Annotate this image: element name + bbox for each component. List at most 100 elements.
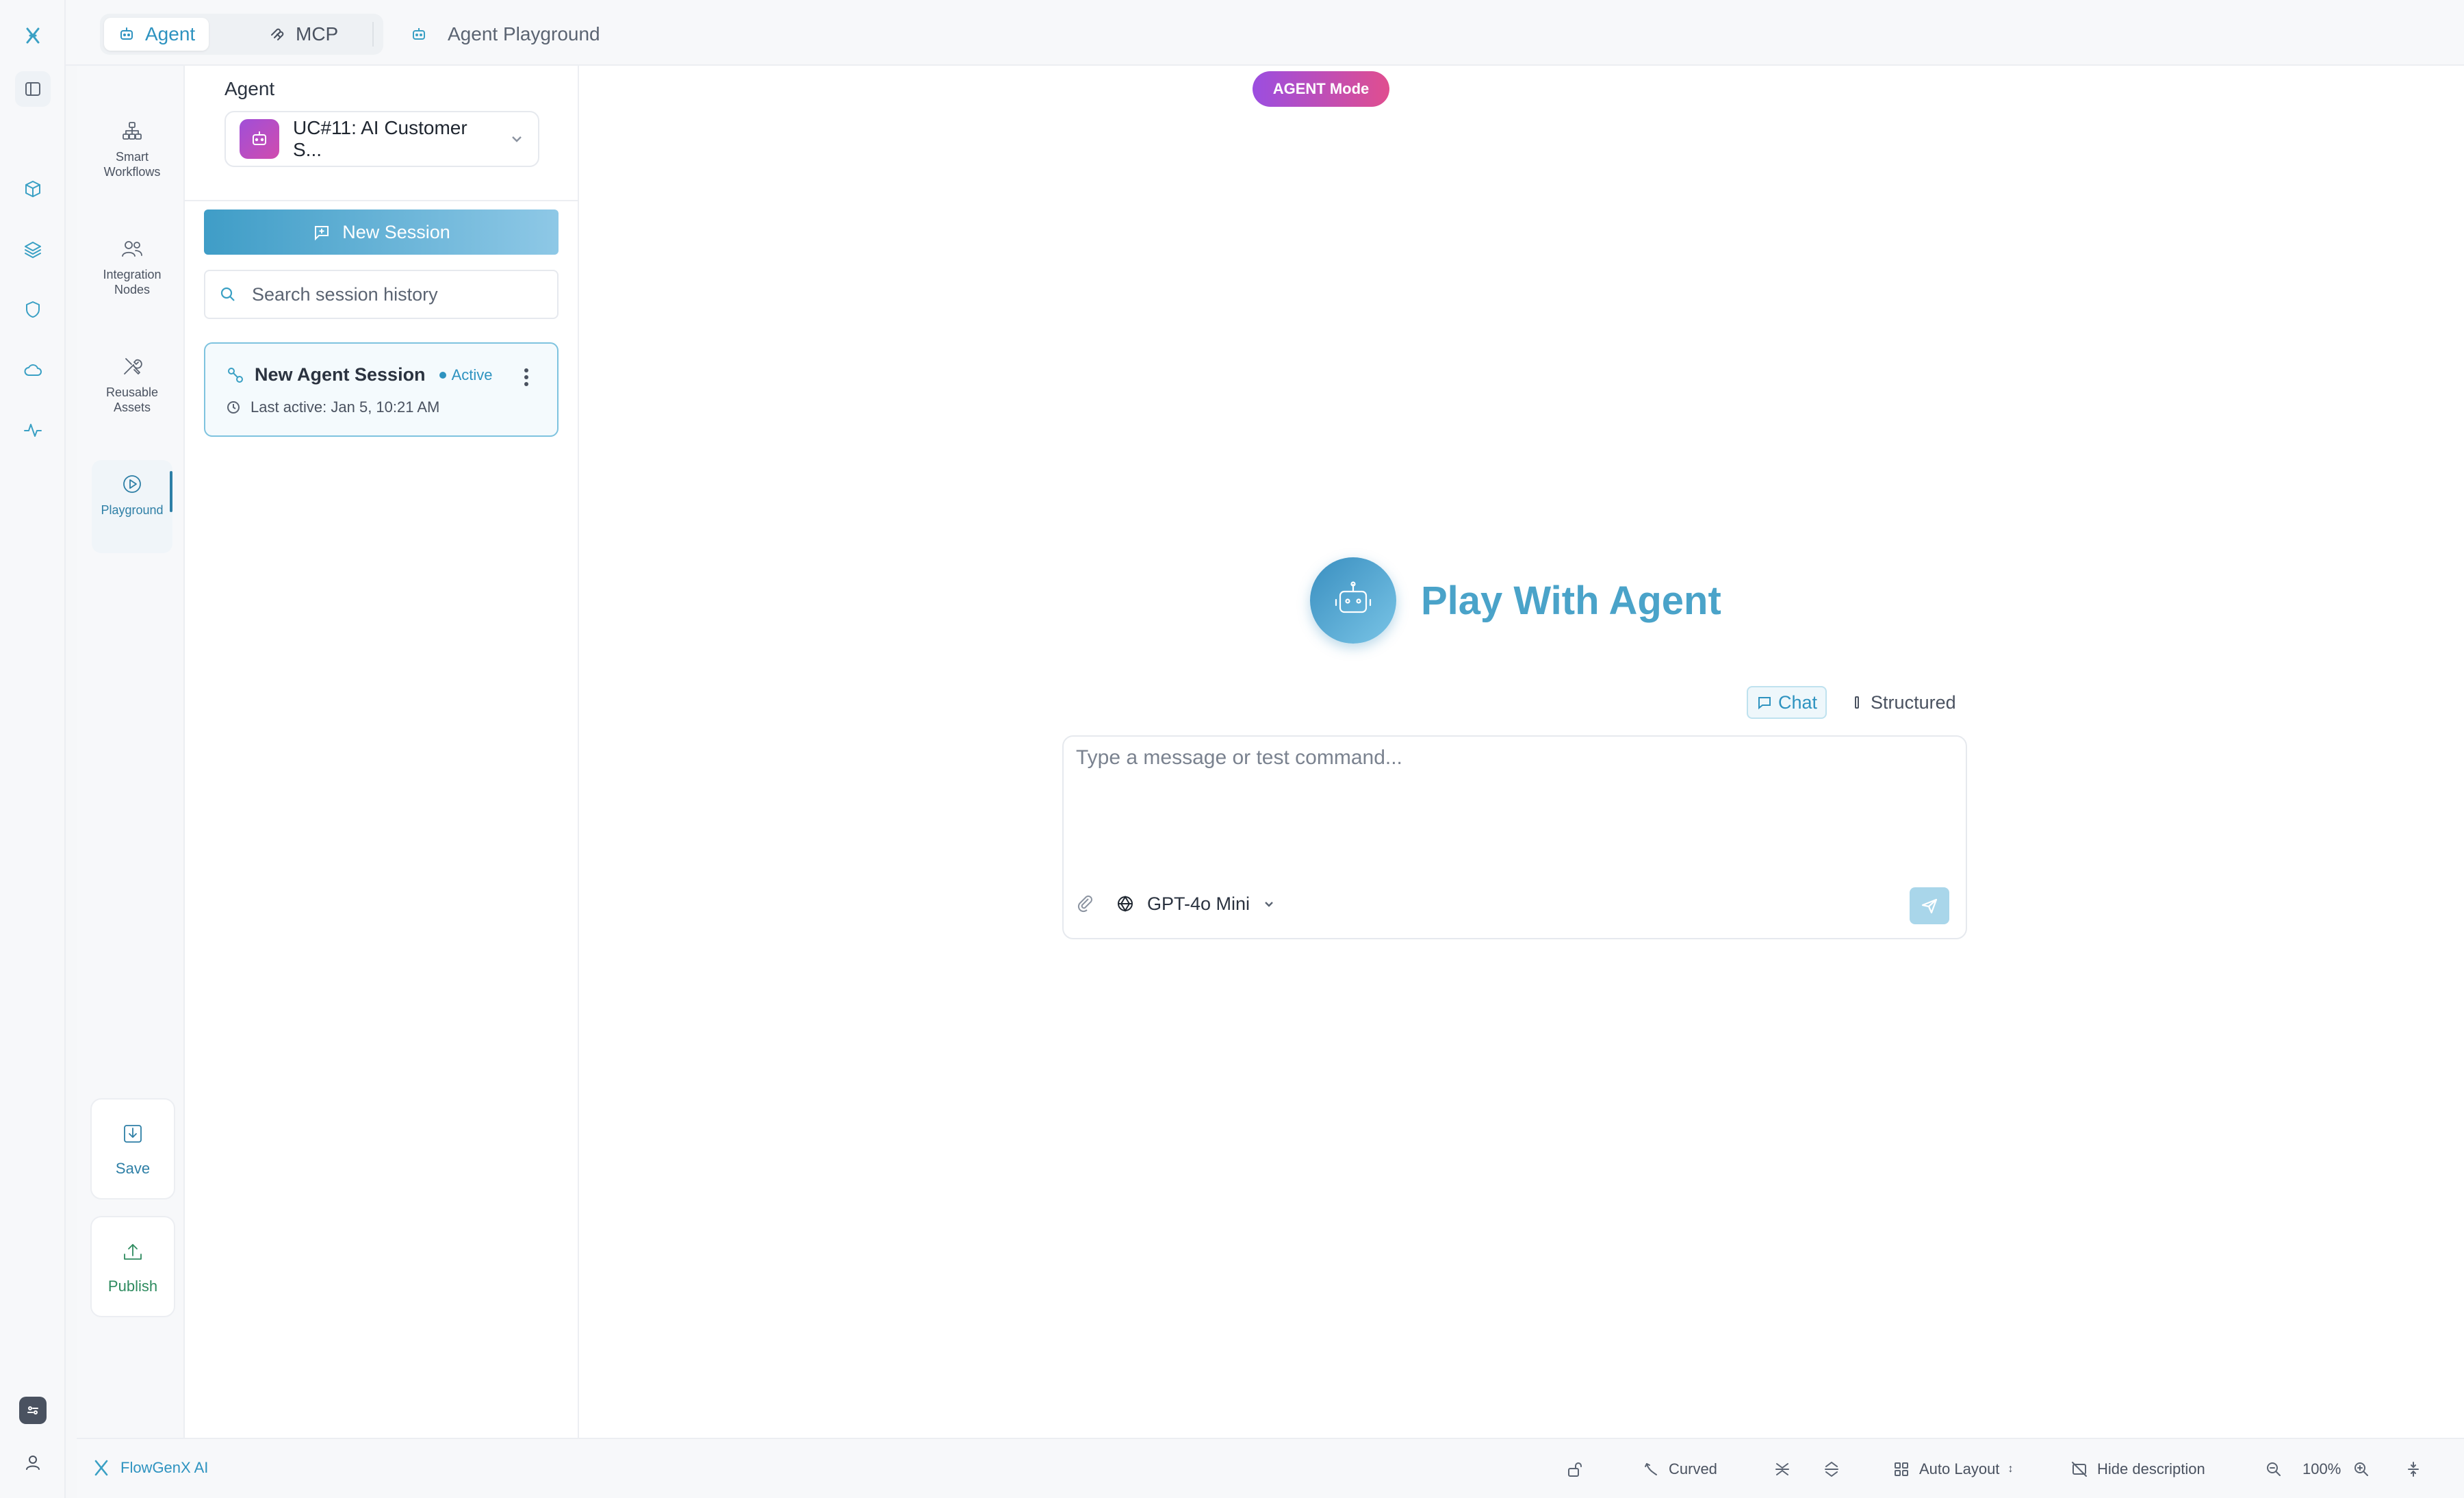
top-bar: Agent MCP Agent Playground bbox=[66, 0, 2464, 66]
sidebar-item-label: Smart Workflows bbox=[103, 150, 161, 179]
tools-icon bbox=[124, 358, 142, 374]
sidebar-item-label: Reusable Assets bbox=[105, 385, 159, 414]
collapse-button[interactable] bbox=[1773, 1457, 1792, 1482]
clock-icon bbox=[227, 401, 240, 414]
tab-mcp[interactable]: MCP bbox=[255, 18, 352, 51]
more-options-icon[interactable] bbox=[524, 368, 530, 389]
brand-name: FlowGenX AI bbox=[120, 1459, 209, 1476]
unlock-icon bbox=[1568, 1462, 1582, 1477]
search-input[interactable] bbox=[252, 283, 539, 305]
paperclip-icon bbox=[1077, 896, 1092, 913]
chevron-down-icon bbox=[1265, 902, 1273, 907]
settings-toggle-icon[interactable] bbox=[19, 1397, 47, 1424]
send-icon bbox=[1921, 898, 1938, 914]
message-composer: GPT-4o Mini bbox=[1062, 735, 1967, 939]
playground-canvas: AGENT Mode Play With Agent Chat Structur… bbox=[579, 66, 2464, 1438]
divider bbox=[185, 200, 579, 201]
layers-icon[interactable] bbox=[15, 231, 51, 267]
new-session-button[interactable]: New Session bbox=[204, 210, 559, 255]
new-session-label: New Session bbox=[342, 221, 450, 242]
curve-icon bbox=[1645, 1463, 1657, 1475]
flowgenx-logo-icon[interactable] bbox=[15, 18, 51, 53]
auto-layout-button[interactable]: Auto Layout ↕ bbox=[1892, 1457, 2013, 1482]
sidebar-item-label: Integration Nodes bbox=[103, 268, 162, 296]
breadcrumb: Agent Playground bbox=[372, 18, 600, 51]
mode-tab-group: Agent MCP bbox=[100, 14, 383, 55]
expand-icon bbox=[1825, 1462, 1838, 1477]
sidebar-toggle-icon[interactable] bbox=[15, 71, 51, 107]
agent-mode-badge: AGENT Mode bbox=[1253, 71, 1389, 107]
tab-agent[interactable]: Agent bbox=[104, 18, 209, 51]
activity-icon[interactable] bbox=[15, 412, 51, 448]
fit-view-button[interactable] bbox=[2404, 1457, 2423, 1482]
fit-vertical-icon bbox=[2408, 1462, 2419, 1477]
zoom-out-icon bbox=[2267, 1462, 2281, 1476]
agent-select[interactable]: UC#11: AI Customer S... bbox=[224, 111, 539, 167]
selected-indicator bbox=[170, 471, 172, 512]
message-input[interactable] bbox=[1076, 746, 1952, 856]
flowgenx-logo-icon bbox=[94, 1460, 108, 1476]
tools-sidebar: Smart Workflows Integration Nodes Reusab… bbox=[77, 66, 185, 1438]
publish-button[interactable]: Publish bbox=[90, 1216, 175, 1317]
bot-avatar bbox=[1310, 557, 1396, 644]
sidebar-item-playground[interactable]: Playground bbox=[92, 460, 172, 553]
send-button[interactable] bbox=[1910, 887, 1949, 924]
collapse-icon bbox=[1775, 1463, 1789, 1475]
mcp-icon bbox=[271, 28, 284, 40]
bot-icon bbox=[120, 27, 133, 40]
zoom-out-button[interactable] bbox=[2264, 1457, 2283, 1482]
sidebar-item-integration-nodes[interactable]: Integration Nodes bbox=[92, 225, 172, 314]
upload-icon bbox=[124, 1244, 142, 1260]
hide-description-icon bbox=[2072, 1462, 2087, 1477]
shield-icon[interactable] bbox=[15, 292, 51, 327]
lock-toggle[interactable] bbox=[1565, 1457, 1584, 1482]
openai-icon bbox=[1116, 894, 1135, 913]
session-card[interactable]: New Agent Session Active Last active: Ja… bbox=[204, 342, 559, 437]
session-search bbox=[204, 270, 559, 319]
agent-name: UC#11: AI Customer S... bbox=[293, 117, 467, 160]
save-label: Save bbox=[115, 1160, 151, 1177]
model-select[interactable]: GPT-4o Mini bbox=[1116, 890, 1276, 917]
tab-label: MCP bbox=[296, 23, 339, 45]
users-icon bbox=[122, 241, 142, 257]
status-badge: Active bbox=[439, 366, 493, 384]
bot-icon bbox=[253, 131, 266, 145]
save-button[interactable]: Save bbox=[90, 1098, 175, 1199]
user-icon[interactable] bbox=[15, 1445, 51, 1480]
session-link-icon bbox=[228, 367, 243, 383]
sort-icon: ↕ bbox=[2007, 1463, 2014, 1475]
session-title: New Agent Session bbox=[255, 364, 426, 385]
bot-icon bbox=[413, 28, 425, 40]
workflow-icon bbox=[123, 122, 142, 140]
status-dot bbox=[439, 371, 446, 379]
zoom-level-text: 100% bbox=[2302, 1460, 2341, 1477]
session-panel: Agent UC#11: AI Customer S... New Sessio… bbox=[185, 66, 579, 1438]
cube-icon[interactable] bbox=[15, 171, 51, 207]
agent-avatar bbox=[240, 119, 279, 159]
mode-chat[interactable]: Chat bbox=[1747, 686, 1827, 719]
hide-description-toggle[interactable]: Hide description bbox=[2070, 1457, 2205, 1482]
status-label: Active bbox=[451, 366, 493, 383]
app-rail bbox=[0, 0, 66, 1498]
cloud-icon[interactable] bbox=[15, 352, 51, 388]
message-plus-icon bbox=[315, 226, 329, 241]
save-icon bbox=[124, 1125, 142, 1143]
search-icon bbox=[220, 287, 235, 301]
auto-layout-label: Auto Layout bbox=[1919, 1460, 2000, 1477]
edge-style-toggle[interactable]: Curved bbox=[1641, 1457, 1717, 1482]
attach-button[interactable] bbox=[1075, 893, 1095, 913]
zoom-in-button[interactable] bbox=[2352, 1457, 2371, 1482]
status-bar: FlowGenX AI Curved Auto Layout ↕ Hide de… bbox=[77, 1438, 2464, 1498]
mode-label: Structured bbox=[1871, 691, 1956, 713]
sidebar-item-reusable-assets[interactable]: Reusable Assets bbox=[92, 342, 172, 431]
agent-label: Agent bbox=[224, 78, 275, 99]
sidebar-item-smart-workflows[interactable]: Smart Workflows bbox=[92, 107, 172, 196]
tab-label: Agent bbox=[145, 23, 196, 45]
zoom-level: 100% bbox=[2302, 1457, 2341, 1482]
expand-button[interactable] bbox=[1822, 1457, 1841, 1482]
mode-structured[interactable]: Structured bbox=[1840, 686, 1964, 719]
hero-title: Play With Agent bbox=[1421, 578, 1721, 623]
chevron-down-icon bbox=[512, 136, 522, 142]
hide-description-label: Hide description bbox=[2097, 1460, 2205, 1477]
chat-icon bbox=[1758, 697, 1771, 710]
